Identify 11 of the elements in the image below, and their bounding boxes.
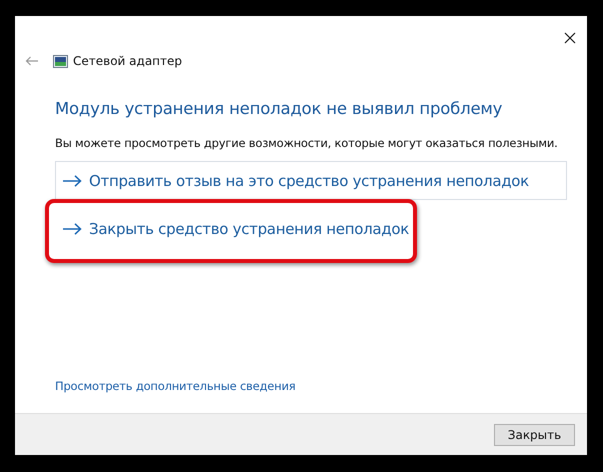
option-link[interactable]: Отправить отзыв на это средство устранения неполадок — [55, 161, 567, 200]
details-link[interactable]: Просмотреть дополнительные сведения — [55, 379, 296, 393]
arrow-icon — [63, 174, 82, 186]
window-title: Сетевой адаптер — [73, 54, 182, 68]
heading: Модуль устранения неполадок не выявил проблему — [55, 99, 504, 118]
close-dialog-button[interactable]: Закрыть — [494, 424, 575, 446]
option-link[interactable]: Закрыть средство устранения неполадок — [55, 209, 567, 248]
description-text: Вы можете просмотреть другие возможности, которые могут оказаться полезными. — [55, 136, 559, 150]
back-arrow-icon[interactable] — [25, 56, 38, 66]
arrow-icon — [63, 222, 82, 234]
network-adapter-icon — [53, 54, 68, 68]
